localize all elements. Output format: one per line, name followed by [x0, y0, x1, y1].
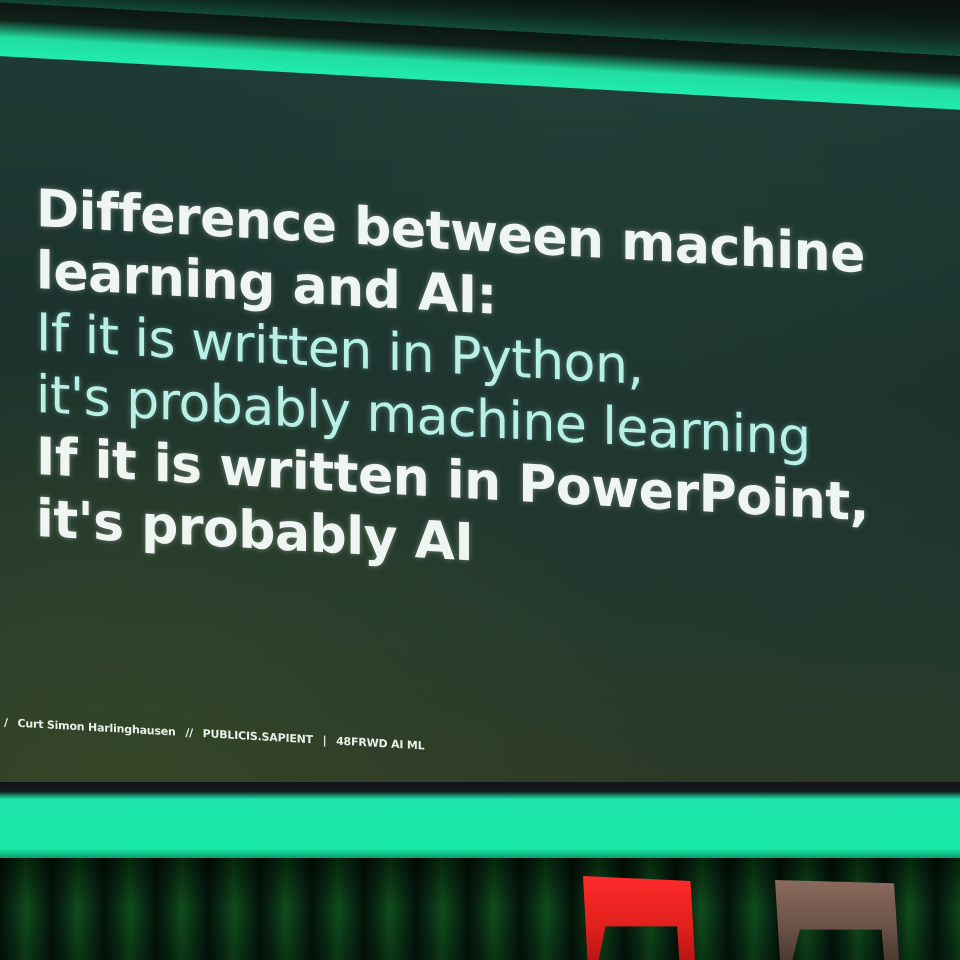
screen-bottom-bar [0, 782, 960, 860]
slide-text: Difference between machine learning and … [36, 178, 936, 600]
credit-separator-2: | [322, 733, 327, 748]
stage-photo: Difference between machine learning and … [0, 0, 960, 960]
credit-separator-1: // [185, 726, 193, 740]
credit-lead-mark: / [4, 716, 8, 730]
